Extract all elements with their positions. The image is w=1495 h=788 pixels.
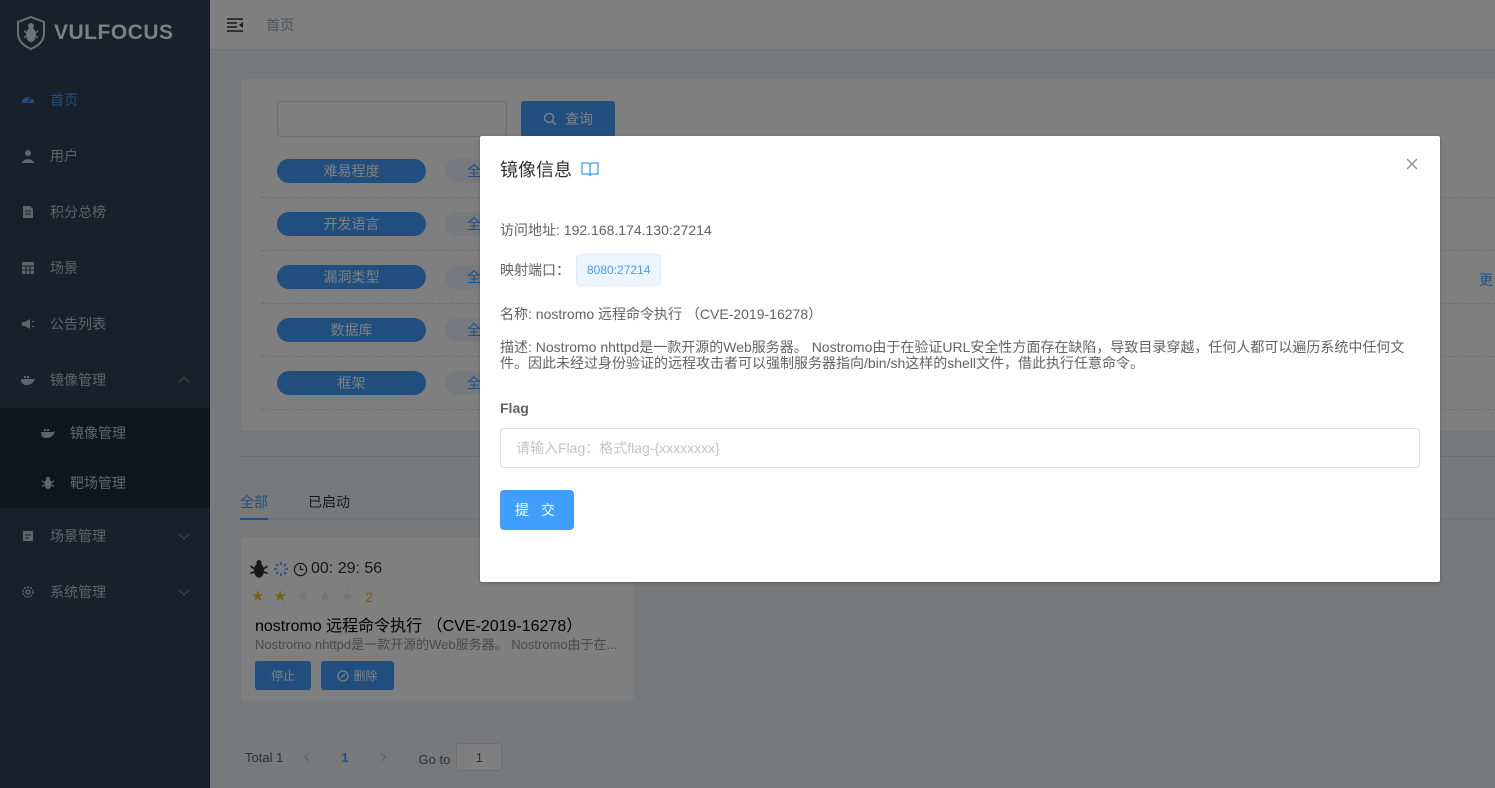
mapped-port-row: 映射端口： 8080:27214: [500, 254, 662, 286]
flag-label: Flag: [500, 400, 529, 416]
submit-button[interactable]: 提 交: [500, 490, 574, 530]
dialog-title-text: 镜像信息: [500, 160, 572, 180]
port-tag: 8080:27214: [576, 254, 662, 286]
access-address: 访问地址: 192.168.174.130:27214: [500, 222, 712, 238]
close-icon[interactable]: [1404, 156, 1420, 172]
book-icon[interactable]: [580, 161, 600, 177]
port-label: 映射端口：: [500, 262, 570, 278]
flag-input[interactable]: [500, 428, 1420, 468]
image-description: 描述: Nostromo nhttpd是一款开源的Web服务器。 Nostrom…: [500, 339, 1405, 371]
submit-button-label: 提 交: [515, 502, 559, 518]
image-name: 名称: nostromo 远程命令执行 （CVE-2019-16278）: [500, 306, 823, 322]
image-info-dialog: 镜像信息 访问地址: 192.168.174.130:27214 映射端口： 8…: [480, 136, 1440, 582]
dialog-title: 镜像信息: [500, 156, 600, 182]
